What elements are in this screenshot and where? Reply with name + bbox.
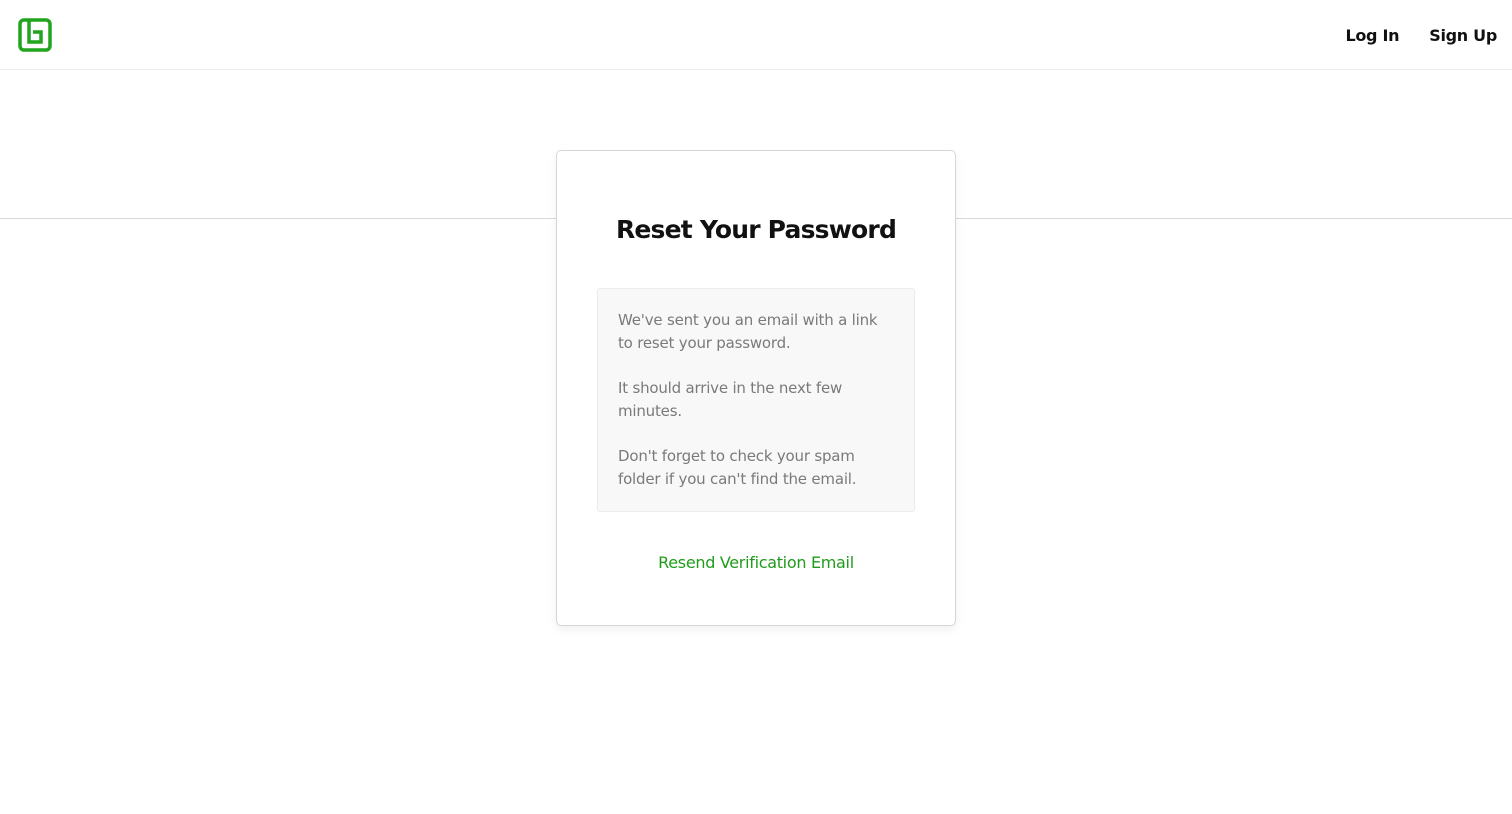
resend-verification-link[interactable]: Resend Verification Email: [557, 553, 955, 572]
top-nav: Log In Sign Up: [1345, 0, 1497, 70]
page-title: Reset Your Password: [615, 215, 897, 244]
brand-logo-icon[interactable]: [18, 18, 52, 52]
login-link[interactable]: Log In: [1345, 26, 1399, 45]
info-message-arrival: It should arrive in the next few minutes…: [618, 379, 843, 420]
reset-password-card: Reset Your Password We've sent you an em…: [556, 150, 956, 626]
info-message-spam: Don't forget to check your spam folder i…: [618, 447, 857, 488]
signup-link[interactable]: Sign Up: [1429, 26, 1497, 45]
info-message-box: We've sent you an email with a link to r…: [597, 288, 915, 512]
info-message-sent: We've sent you an email with a link to r…: [618, 311, 878, 352]
site-header: Log In Sign Up: [0, 0, 1512, 70]
